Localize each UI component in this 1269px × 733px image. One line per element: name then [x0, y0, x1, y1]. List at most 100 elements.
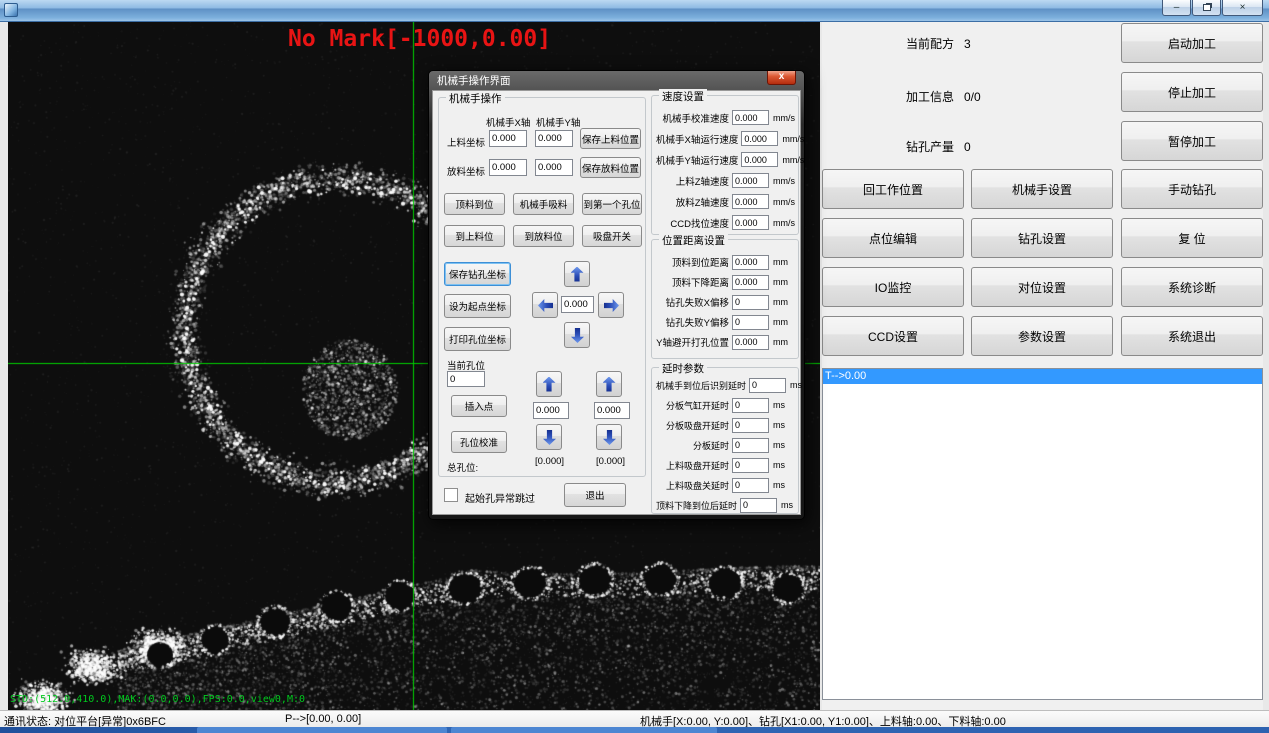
param-input[interactable]	[732, 335, 769, 350]
dialog-close-button[interactable]: x	[767, 71, 796, 85]
delay-row: 分板气缸开延时 ms	[654, 395, 796, 415]
param-input[interactable]	[732, 194, 769, 209]
param-input[interactable]	[732, 458, 769, 473]
param-label: 上料吸盘开延时	[656, 459, 732, 472]
skip-abnormal-checkbox[interactable]	[444, 488, 458, 502]
current-hole-input[interactable]	[447, 371, 485, 387]
mark-status-text: No Mark[-1000,0.00]	[288, 26, 551, 52]
window-titlebar[interactable]: – ×	[0, 0, 1269, 22]
distance-row: 钻孔失败X偏移 mm	[654, 292, 796, 312]
minimize-button[interactable]: –	[1162, 0, 1191, 16]
param-input[interactable]	[732, 478, 769, 493]
param-input[interactable]	[732, 295, 769, 310]
log-list[interactable]: T-->0.00	[822, 368, 1263, 700]
param-input[interactable]	[732, 255, 769, 270]
save-drill-coord-button[interactable]: 保存钻孔坐标	[444, 262, 511, 286]
hole-calibration-button[interactable]: 孔位校准	[451, 431, 507, 453]
system-exit-button[interactable]: 系统退出	[1121, 316, 1263, 356]
robot-settings-button[interactable]: 机械手设置	[971, 169, 1113, 209]
dialog-titlebar[interactable]: 机械手操作界面 x	[432, 71, 801, 90]
save-unload-position-button[interactable]: 保存放料位置	[580, 157, 641, 178]
save-load-position-button[interactable]: 保存上料位置	[580, 128, 641, 149]
robot-operation-group-title: 机械手操作	[446, 91, 505, 106]
suction-cup-toggle-button[interactable]: 吸盘开关	[582, 225, 642, 247]
system-diagnostics-button[interactable]: 系统诊断	[1121, 267, 1263, 307]
jog-down-button[interactable]	[564, 322, 590, 348]
param-input[interactable]	[741, 131, 778, 146]
jog-right-button[interactable]	[598, 292, 624, 318]
alignment-settings-button[interactable]: 对位设置	[971, 267, 1113, 307]
axis-a-input[interactable]	[533, 402, 569, 419]
right-arrow-icon	[604, 299, 619, 312]
to-first-hole-button[interactable]: 到第一个孔位	[582, 193, 642, 215]
param-input[interactable]	[740, 498, 777, 513]
restore-button[interactable]	[1192, 0, 1221, 16]
param-input[interactable]	[732, 275, 769, 290]
param-unit: mm	[769, 317, 794, 327]
axis-b-down-button[interactable]	[596, 424, 622, 450]
robot-suction-button[interactable]: 机械手吸料	[513, 193, 574, 215]
delay-row: 机械手到位后识别延时 ms	[654, 375, 796, 395]
log-list-selected-item[interactable]: T-->0.00	[823, 369, 1262, 384]
start-processing-button[interactable]: 启动加工	[1121, 23, 1263, 63]
axis-a-up-button[interactable]	[536, 371, 562, 397]
param-input[interactable]	[749, 378, 786, 393]
taskbar-window-button[interactable]	[197, 727, 447, 733]
param-input[interactable]	[732, 418, 769, 433]
unload-x-input[interactable]	[489, 159, 527, 176]
return-work-position-button[interactable]: 回工作位置	[822, 169, 964, 209]
param-label: 放料Z轴速度	[656, 195, 732, 209]
param-input[interactable]	[732, 110, 769, 125]
distance-settings-title: 位置距离设置	[659, 233, 728, 248]
jog-up-button[interactable]	[564, 261, 590, 287]
param-unit: ms	[769, 420, 794, 430]
to-load-position-button[interactable]: 到上料位	[444, 225, 505, 247]
param-input[interactable]	[732, 315, 769, 330]
point-edit-button[interactable]: 点位编辑	[822, 218, 964, 258]
axis-b-input[interactable]	[594, 402, 630, 419]
dialog-exit-button[interactable]: 退出	[564, 483, 626, 507]
reset-button[interactable]: 复 位	[1121, 218, 1263, 258]
axis-a-down-button[interactable]	[536, 424, 562, 450]
close-button[interactable]: ×	[1222, 0, 1263, 16]
manual-drill-button[interactable]: 手动钻孔	[1121, 169, 1263, 209]
delay-parameters-group: 延时参数 机械手到位后识别延时 ms 分板气缸开延时 ms	[651, 367, 799, 514]
param-label: CCD找位速度	[656, 216, 732, 230]
param-input[interactable]	[732, 173, 769, 188]
taskbar[interactable]	[0, 727, 1269, 733]
axis-b-up-button[interactable]	[596, 371, 622, 397]
param-input[interactable]	[732, 215, 769, 230]
param-label: 分板气缸开延时	[656, 399, 732, 412]
stop-processing-button[interactable]: 停止加工	[1121, 72, 1263, 112]
unload-y-input[interactable]	[535, 159, 573, 176]
current-recipe-label: 当前配方	[822, 37, 954, 51]
print-hole-coords-button[interactable]: 打印孔位坐标	[444, 327, 511, 351]
distance-row: 顶料下降距离 mm	[654, 272, 796, 292]
jog-left-button[interactable]	[532, 292, 558, 318]
param-input[interactable]	[732, 398, 769, 413]
load-y-input[interactable]	[535, 130, 573, 147]
speed-row: CCD找位速度 mm/s	[654, 212, 796, 233]
io-monitor-button[interactable]: IO监控	[822, 267, 964, 307]
insert-point-button[interactable]: 插入点	[451, 395, 507, 417]
parameter-settings-button[interactable]: 参数设置	[971, 316, 1113, 356]
ccd-settings-button[interactable]: CCD设置	[822, 316, 964, 356]
pause-processing-button[interactable]: 暂停加工	[1121, 121, 1263, 161]
param-label: 上料Z轴速度	[656, 174, 732, 188]
delay-row: 顶料下降到位后延时 ms	[654, 495, 796, 515]
taskbar-window-button[interactable]	[451, 727, 717, 733]
param-unit: mm	[769, 277, 794, 287]
param-unit: mm/s	[769, 113, 794, 123]
param-label: Y轴避开打孔位置	[656, 335, 732, 349]
distance-row: Y轴避开打孔位置 mm	[654, 332, 796, 352]
push-material-button[interactable]: 顶料到位	[444, 193, 505, 215]
param-input[interactable]	[732, 438, 769, 453]
jog-step-input[interactable]	[561, 296, 594, 313]
current-hole-label: 当前孔位	[447, 358, 485, 372]
load-x-input[interactable]	[489, 130, 527, 147]
drill-settings-button[interactable]: 钻孔设置	[971, 218, 1113, 258]
param-label: 分板吸盘开延时	[656, 419, 732, 432]
to-unload-position-button[interactable]: 到放料位	[513, 225, 574, 247]
param-input[interactable]	[741, 152, 778, 167]
set-origin-coord-button[interactable]: 设为起点坐标	[444, 294, 511, 318]
